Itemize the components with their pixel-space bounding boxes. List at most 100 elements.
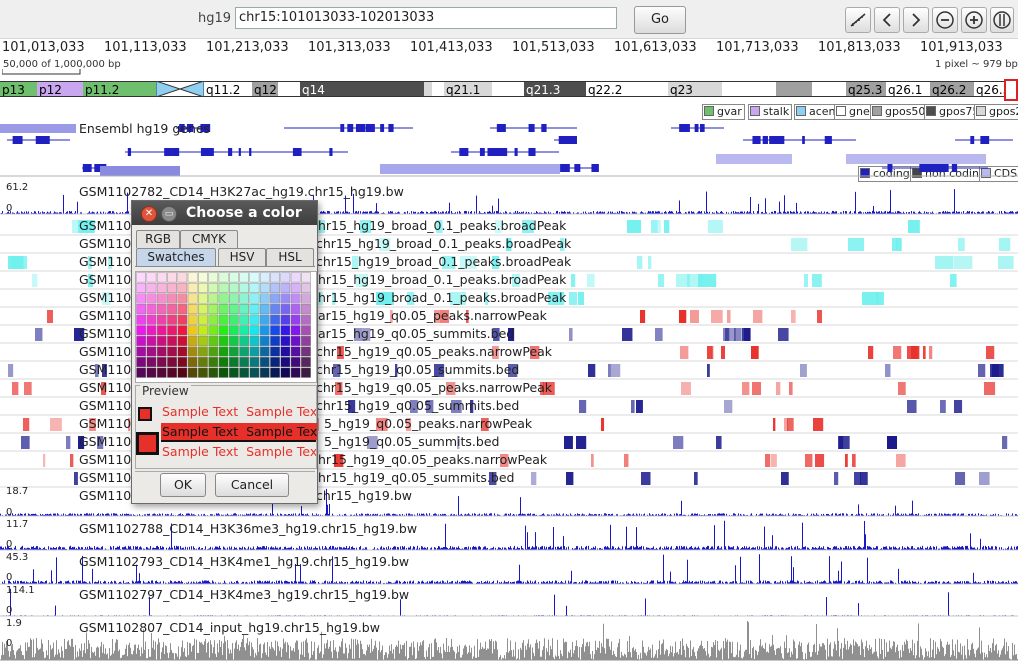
locus-input[interactable]: chr15:101013033-102013033	[235, 7, 617, 29]
cancel-button[interactable]: Cancel	[215, 473, 289, 497]
color-swatch[interactable]	[290, 304, 301, 315]
color-swatch[interactable]	[290, 367, 301, 378]
color-swatch[interactable]	[301, 325, 311, 336]
color-swatch[interactable]	[270, 314, 280, 325]
ideogram-band[interactable]	[424, 81, 432, 97]
swatch-grid[interactable]	[135, 271, 317, 383]
color-swatch[interactable]	[198, 272, 208, 283]
color-swatch[interactable]	[187, 335, 198, 346]
color-swatch[interactable]	[146, 367, 157, 378]
color-swatch[interactable]	[290, 272, 301, 283]
color-swatch[interactable]	[259, 272, 270, 283]
color-swatch[interactable]	[198, 357, 208, 368]
color-swatch[interactable]	[259, 304, 270, 315]
color-swatch[interactable]	[280, 325, 291, 336]
color-swatch[interactable]	[239, 272, 250, 283]
color-swatch[interactable]	[146, 335, 157, 346]
color-swatch[interactable]	[228, 367, 239, 378]
color-swatch[interactable]	[290, 282, 301, 293]
color-swatch[interactable]	[198, 282, 208, 293]
ideogram-band[interactable]: q23	[668, 81, 722, 97]
tab-rgb[interactable]: RGB	[136, 230, 180, 248]
ideogram-band[interactable]: p13	[0, 81, 37, 97]
color-swatch[interactable]	[280, 346, 291, 357]
color-swatch[interactable]	[136, 282, 147, 293]
zoom-in-icon[interactable]	[961, 7, 987, 33]
color-swatch[interactable]	[239, 367, 250, 378]
color-swatch[interactable]	[167, 357, 177, 368]
color-swatch[interactable]	[270, 367, 280, 378]
ideogram-band[interactable]: q21.3	[524, 81, 586, 97]
color-swatch[interactable]	[156, 346, 167, 357]
color-swatch[interactable]	[198, 367, 208, 378]
color-swatch[interactable]	[177, 293, 188, 304]
color-swatch[interactable]	[187, 272, 198, 283]
color-swatch[interactable]	[239, 314, 250, 325]
color-swatch[interactable]	[290, 314, 301, 325]
color-swatch[interactable]	[228, 357, 239, 368]
ideogram-band[interactable]	[492, 81, 524, 97]
color-swatch[interactable]	[249, 304, 260, 315]
color-swatch[interactable]	[218, 325, 229, 336]
color-swatch[interactable]	[208, 325, 219, 336]
color-swatch[interactable]	[177, 335, 188, 346]
color-swatch[interactable]	[270, 282, 280, 293]
color-swatch[interactable]	[177, 357, 188, 368]
color-swatch[interactable]	[146, 272, 157, 283]
color-swatch[interactable]	[136, 293, 147, 304]
color-swatch[interactable]	[218, 282, 229, 293]
minimize-icon[interactable]: ▭	[161, 206, 177, 222]
color-swatch[interactable]	[156, 304, 167, 315]
color-swatch[interactable]	[208, 272, 219, 283]
color-swatch[interactable]	[187, 282, 198, 293]
color-swatch[interactable]	[208, 293, 219, 304]
color-swatch[interactable]	[177, 314, 188, 325]
color-swatch[interactable]	[167, 335, 177, 346]
color-swatch[interactable]	[218, 357, 229, 368]
color-swatch[interactable]	[280, 304, 291, 315]
color-swatch[interactable]	[187, 346, 198, 357]
color-swatch[interactable]	[249, 314, 260, 325]
color-swatch[interactable]	[156, 282, 167, 293]
color-swatch[interactable]	[280, 282, 291, 293]
color-swatch[interactable]	[249, 325, 260, 336]
ruler-icon[interactable]	[845, 7, 871, 33]
color-swatch[interactable]	[259, 293, 270, 304]
color-swatch[interactable]	[167, 325, 177, 336]
color-swatch[interactable]	[270, 346, 280, 357]
color-swatch[interactable]	[259, 367, 270, 378]
color-swatch[interactable]	[249, 282, 260, 293]
color-swatch[interactable]	[208, 346, 219, 357]
color-swatch[interactable]	[301, 335, 311, 346]
color-swatch[interactable]	[146, 293, 157, 304]
color-swatch[interactable]	[249, 367, 260, 378]
color-swatch[interactable]	[301, 293, 311, 304]
color-swatch[interactable]	[146, 282, 157, 293]
color-swatch[interactable]	[177, 282, 188, 293]
color-swatch[interactable]	[218, 346, 229, 357]
color-swatch[interactable]	[198, 304, 208, 315]
color-swatch[interactable]	[187, 325, 198, 336]
color-swatch[interactable]	[156, 325, 167, 336]
color-swatch[interactable]	[280, 367, 291, 378]
color-swatch[interactable]	[228, 282, 239, 293]
color-swatch[interactable]	[187, 367, 198, 378]
color-swatch[interactable]	[301, 282, 311, 293]
color-swatch[interactable]	[228, 293, 239, 304]
color-swatch[interactable]	[301, 367, 311, 378]
forward-icon[interactable]	[903, 7, 929, 33]
color-swatch[interactable]	[187, 357, 198, 368]
color-swatch[interactable]	[136, 367, 147, 378]
color-swatch[interactable]	[228, 325, 239, 336]
color-swatch[interactable]	[208, 335, 219, 346]
color-swatch[interactable]	[239, 335, 250, 346]
dialog-titlebar[interactable]: ✕ ▭ Choose a color	[132, 201, 317, 225]
color-swatch[interactable]	[218, 272, 229, 283]
color-swatch[interactable]	[280, 335, 291, 346]
color-swatch[interactable]	[249, 335, 260, 346]
ideogram-band[interactable]: p12	[37, 81, 83, 97]
color-swatch[interactable]	[249, 346, 260, 357]
ideogram-band[interactable]	[634, 81, 668, 97]
ok-button[interactable]: OK	[160, 473, 206, 497]
ideogram-band[interactable]: q26.3	[974, 81, 1006, 97]
